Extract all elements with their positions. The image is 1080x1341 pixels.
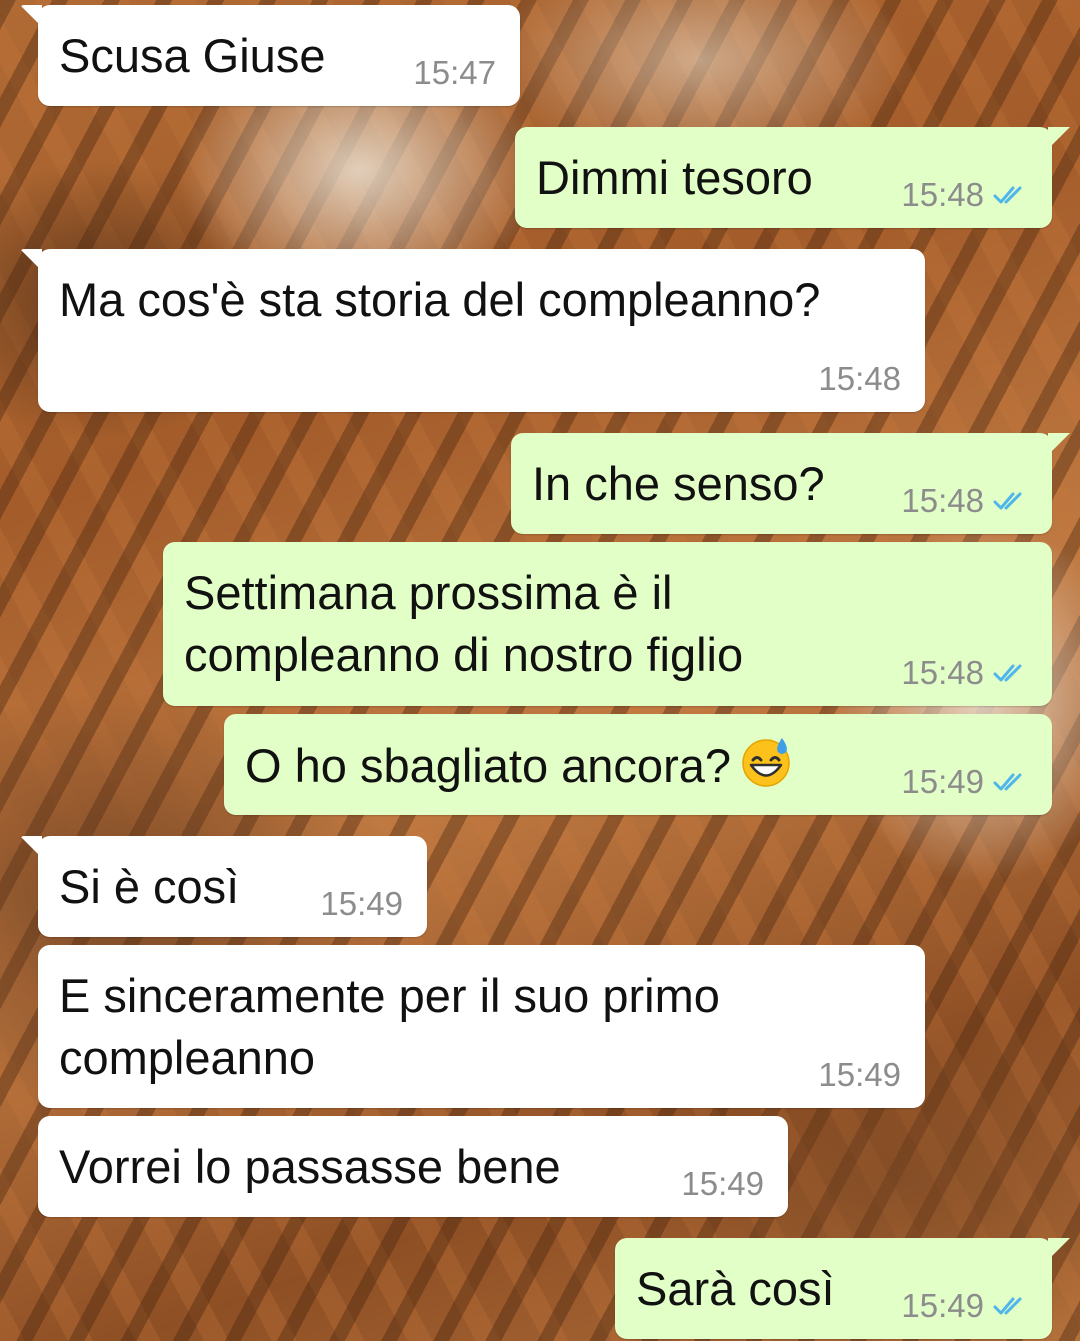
message-timestamp: 15:49 (818, 1056, 901, 1094)
message-time: 15:48 (901, 654, 984, 691)
incoming-message-bubble[interactable]: Si è così 15:49 (20, 836, 427, 937)
message-text: Ma cos'è sta storia del compleanno? (59, 273, 821, 326)
message-text-content: O ho sbagliato ancora? (245, 739, 731, 792)
message-time: 15:47 (413, 54, 496, 91)
outgoing-message-bubble[interactable]: Dimmi tesoro 15:48 (515, 127, 1070, 228)
incoming-message-bubble[interactable]: E sinceramente per il suo primo complean… (38, 945, 925, 1108)
message-text-line: E sinceramente per il suo primo (59, 969, 720, 1022)
grinning-sweat-emoji (742, 738, 790, 787)
message-text: E sinceramente per il suo primo complean… (59, 965, 720, 1089)
message-timestamp: 15:47 (413, 54, 496, 92)
message-timestamp: 15:48 (901, 654, 1030, 692)
message-timestamp: 15:49 (901, 1287, 1030, 1325)
message-text: Vorrei lo passasse bene (59, 1140, 561, 1193)
outgoing-message-bubble[interactable]: Settimana prossima è il compleanno di no… (163, 542, 1052, 706)
message-text: O ho sbagliato ancora? (245, 734, 793, 797)
double-check-read-icon (993, 664, 1022, 682)
message-time: 15:48 (901, 176, 984, 213)
message-timestamp: 15:49 (681, 1165, 764, 1203)
message-text: In che senso? (532, 457, 825, 510)
message-text: Settimana prossima è il compleanno di no… (184, 562, 743, 686)
message-time: 15:49 (901, 1287, 984, 1324)
message-time: 15:49 (818, 1056, 901, 1093)
message-timestamp: 15:48 (901, 176, 1030, 214)
message-timestamp: 15:48 (901, 482, 1030, 520)
incoming-message-bubble[interactable]: Vorrei lo passasse bene 15:49 (38, 1116, 788, 1217)
message-text: Dimmi tesoro (536, 151, 813, 204)
message-text-line: Settimana prossima è il (184, 566, 673, 619)
message-timestamp: 15:48 (818, 360, 901, 398)
message-timestamp: 15:49 (320, 885, 403, 923)
double-check-read-icon (993, 1297, 1022, 1315)
message-text: Sarà così (636, 1262, 835, 1315)
incoming-message-bubble[interactable]: Ma cos'è sta storia del compleanno? 15:4… (20, 249, 925, 412)
incoming-message-bubble[interactable]: Scusa Giuse 15:47 (20, 5, 520, 106)
message-text-line: compleanno (59, 1031, 316, 1084)
outgoing-message-bubble[interactable]: In che senso? 15:48 (511, 433, 1070, 534)
message-time: 15:49 (320, 885, 403, 922)
message-time: 15:49 (681, 1165, 764, 1202)
message-text: Si è così (59, 860, 240, 913)
outgoing-message-bubble[interactable]: O ho sbagliato ancora? 15:49 (224, 714, 1052, 815)
message-time: 15:48 (818, 360, 901, 397)
double-check-read-icon (993, 492, 1022, 510)
message-text: Scusa Giuse (59, 29, 326, 82)
double-check-read-icon (993, 773, 1022, 791)
outgoing-message-bubble[interactable]: Sarà così 15:49 (615, 1238, 1070, 1339)
message-text-line: compleanno di nostro figlio (184, 628, 744, 681)
double-check-read-icon (993, 186, 1022, 204)
message-time: 15:48 (901, 482, 984, 519)
message-time: 15:49 (901, 763, 984, 800)
message-timestamp: 15:49 (901, 763, 1030, 801)
